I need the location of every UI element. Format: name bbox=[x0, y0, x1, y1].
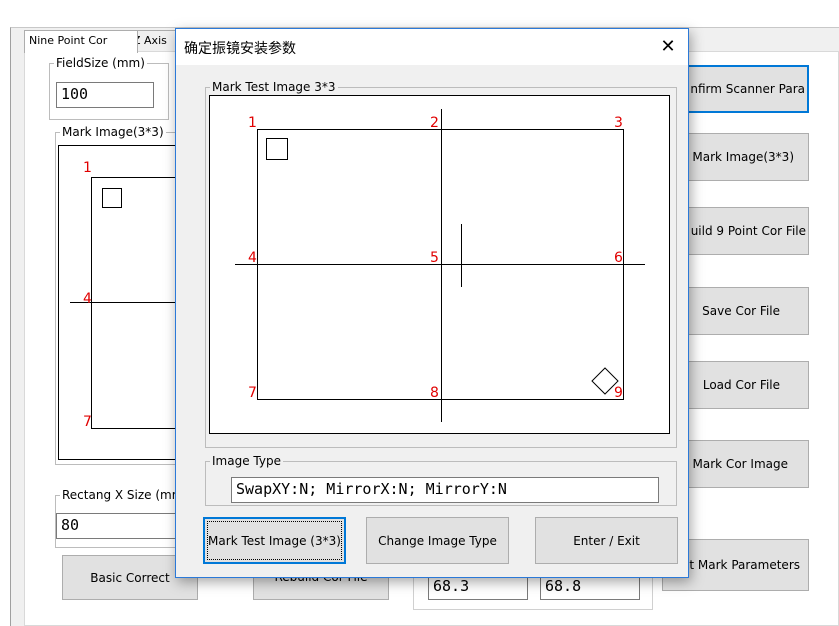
dialog-titlebar: 确定振镜安装参数 ✕ bbox=[176, 29, 688, 65]
test-point-label: 6 bbox=[614, 250, 623, 266]
mark-point-label: 1 bbox=[83, 160, 92, 176]
build-9-point-cor-file-button[interactable]: uild 9 Point Cor File bbox=[680, 207, 809, 255]
test-point-label: 9 bbox=[614, 385, 623, 401]
test-image-square bbox=[266, 138, 288, 160]
test-point-label: 7 bbox=[248, 385, 257, 401]
image-type-legend: Image Type bbox=[212, 454, 281, 468]
test-point-label: 1 bbox=[248, 115, 257, 131]
close-icon[interactable]: ✕ bbox=[650, 31, 686, 61]
mark-cor-image-button[interactable]: Mark Cor Image bbox=[680, 440, 809, 488]
scanner-params-dialog: 确定振镜安装参数 ✕ Mark Test Image 3*3 1 2 3 4 5… bbox=[175, 28, 689, 578]
mark-test-image-button[interactable]: Mark Test Image (3*3) bbox=[203, 517, 346, 564]
mark-image-square bbox=[102, 188, 122, 208]
test-point-label: 4 bbox=[248, 250, 257, 266]
mark-image-button[interactable]: Mark Image(3*3) bbox=[680, 133, 809, 181]
confirm-scanner-para-button[interactable]: nfirm Scanner Para bbox=[680, 65, 809, 113]
test-image-drawing bbox=[235, 109, 645, 422]
field-size-legend: FieldSize (mm) bbox=[56, 56, 145, 70]
test-image-legend: Mark Test Image 3*3 bbox=[212, 80, 336, 94]
field-size-input[interactable]: 100 bbox=[56, 82, 154, 108]
test-point-label: 8 bbox=[430, 385, 439, 401]
dialog-title: 确定振镜安装参数 bbox=[184, 41, 296, 57]
save-cor-file-button[interactable]: Save Cor File bbox=[680, 287, 809, 335]
mark-image-canvas: 1 4 7 bbox=[58, 145, 181, 460]
change-image-type-button[interactable]: Change Image Type bbox=[366, 517, 509, 564]
mark-point-label: 4 bbox=[83, 291, 92, 307]
test-image-canvas: 1 2 3 4 5 6 7 8 9 bbox=[209, 95, 670, 434]
mark-image-rect bbox=[91, 177, 181, 429]
test-point-label: 3 bbox=[614, 115, 623, 131]
mark-image-legend: Mark Image(3*3) bbox=[62, 125, 164, 139]
tab-nine-point-cor[interactable]: Nine Point Cor bbox=[24, 30, 138, 53]
mark-point-label: 7 bbox=[83, 414, 92, 430]
test-point-label: 2 bbox=[430, 115, 439, 131]
load-cor-file-button[interactable]: Load Cor File bbox=[680, 361, 809, 409]
enter-exit-button[interactable]: Enter / Exit bbox=[535, 517, 678, 564]
test-point-label: 5 bbox=[430, 250, 439, 266]
rect-x-size-input[interactable]: 80 bbox=[56, 513, 176, 539]
image-type-field[interactable]: SwapXY:N; MirrorX:N; MirrorY:N bbox=[231, 477, 659, 503]
rect-x-size-legend: Rectang X Size (mr bbox=[62, 488, 177, 502]
